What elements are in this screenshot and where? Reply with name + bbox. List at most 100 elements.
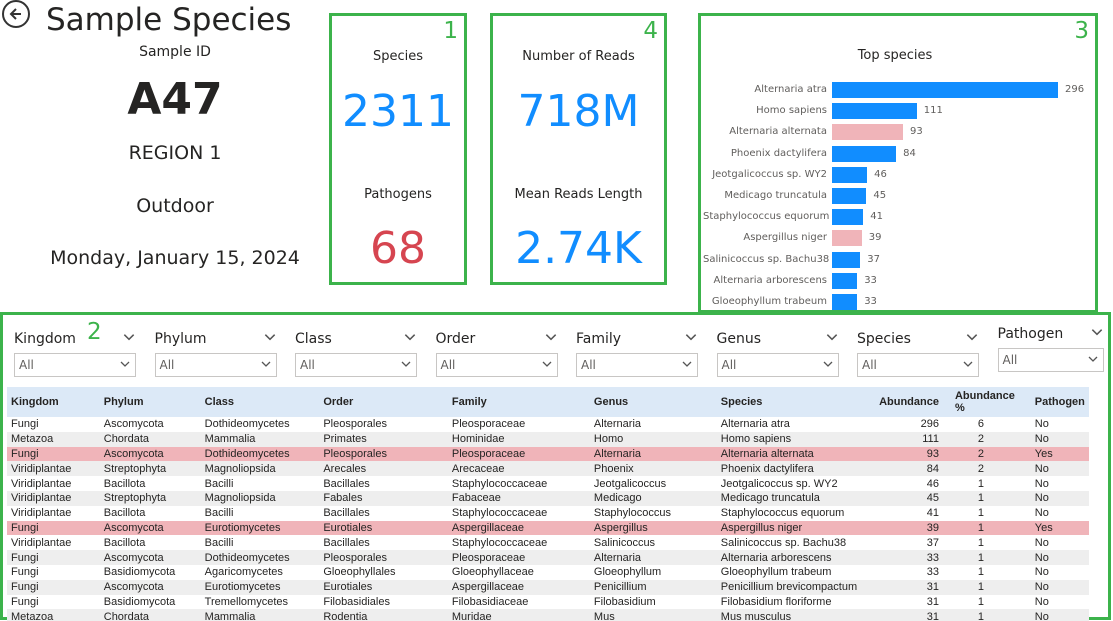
slicer-dropdown[interactable]: All <box>576 353 698 377</box>
bar[interactable] <box>832 230 862 247</box>
slicer-pathogen[interactable]: Pathogen All <box>997 324 1104 372</box>
chevron-down-icon[interactable] <box>825 330 839 348</box>
table-row[interactable]: Fungi Ascomycota Dothideomycetes Pleosporal… <box>7 446 1089 462</box>
table-cell: Alternaria <box>589 550 717 565</box>
table-cell: 2 <box>950 431 1031 447</box>
slicer-genus[interactable]: Genus All <box>716 329 839 377</box>
slicer-dropdown[interactable]: All <box>857 353 979 377</box>
bar[interactable] <box>832 124 903 141</box>
table-row[interactable]: Viridiplantae Streptophyta Magnoliopsida Fa… <box>7 490 1089 506</box>
environment-text: Outdoor <box>136 195 214 217</box>
slicer-dropdown[interactable]: All <box>997 348 1104 372</box>
table-cell: Penicillium <box>589 579 717 595</box>
chevron-down-icon[interactable] <box>1090 325 1104 343</box>
column-header[interactable]: Abundance % <box>950 387 1031 417</box>
table-cell: Dothideomycetes <box>200 446 320 462</box>
table-cell: Bacillales <box>323 477 370 490</box>
bar-label: Alternaria alternata <box>729 126 827 138</box>
slicer-dropdown[interactable]: All <box>14 353 136 377</box>
slicer-family[interactable]: Family All <box>576 329 698 377</box>
chevron-down-icon[interactable] <box>965 330 979 348</box>
table-cell: Dothideomycetes <box>200 550 320 565</box>
table-cell: Alternaria <box>589 446 717 462</box>
table-cell: Fabales <box>319 490 448 506</box>
chevron-down-icon[interactable] <box>544 330 558 348</box>
chevron-down-icon <box>962 358 974 373</box>
bar[interactable] <box>832 251 861 268</box>
table-row[interactable]: Fungi Ascomycota Dothideomycetes Pleosporal… <box>7 550 1089 565</box>
chevron-down-icon[interactable] <box>684 330 698 348</box>
table-cell: Staphylococcus equorum <box>720 507 845 520</box>
table-row[interactable]: Fungi Basidiomycota Tremellomycetes Filobas… <box>7 595 1089 610</box>
date-text: Monday, January 15, 2024 <box>50 247 300 269</box>
slicer-species[interactable]: Species All <box>857 329 979 377</box>
reads-kpi-card: 4 Number of Reads 718M Mean Reads Length… <box>490 13 667 285</box>
bar[interactable] <box>832 294 858 310</box>
bar-value-label: 45 <box>873 190 887 201</box>
bar[interactable] <box>832 82 1058 98</box>
table-cell: Metazoa <box>7 609 100 621</box>
slicer-dropdown[interactable]: All <box>716 353 839 377</box>
top-species-chart-card: 3 Top species Alternaria atra 296 Homo sap… <box>698 13 1098 313</box>
bar[interactable] <box>832 209 864 226</box>
table-body: Fungi Ascomycota Dothideomycetes Pleosporal… <box>7 417 1089 621</box>
column-header[interactable]: Kingdom <box>7 387 100 417</box>
slicer-dropdown[interactable]: All <box>154 353 277 377</box>
table-cell: Aspergillaceae <box>447 579 590 595</box>
bar[interactable] <box>832 272 858 289</box>
column-header[interactable]: Order <box>319 387 448 417</box>
slicer-title: Genus <box>716 331 762 347</box>
table-cell: Tremellomycetes <box>204 595 288 608</box>
bar[interactable] <box>832 145 897 162</box>
table-cell: 45 <box>875 490 951 506</box>
column-header[interactable]: Family <box>447 387 590 417</box>
table-row[interactable]: Metazoa Chordata Mammalia Rodentia Muridae Mu… <box>7 609 1089 621</box>
slicer-dropdown[interactable]: All <box>435 353 558 377</box>
chevron-down-icon[interactable] <box>122 330 136 348</box>
table-row[interactable]: Fungi Ascomycota Dothideomycetes Pleosporal… <box>7 417 1089 432</box>
table-row[interactable]: Viridiplantae Bacillota Bacilli Bacillales S… <box>7 506 1089 521</box>
back-button[interactable] <box>2 0 30 28</box>
slicer-dropdown[interactable]: All <box>295 353 417 377</box>
bar-value-label: 93 <box>910 126 923 138</box>
table-cell: No <box>1030 579 1089 595</box>
table-row[interactable]: Fungi Ascomycota Eurotiomycetes Eurotiales A… <box>7 579 1089 595</box>
table-cell: 2 <box>950 461 1031 477</box>
table-row[interactable]: Fungi Ascomycota Eurotiomycetes Eurotiales A… <box>7 520 1089 536</box>
species-kpi-card: 1 Species 2311 Pathogens 68 <box>329 13 467 285</box>
column-header[interactable]: Species <box>716 387 876 417</box>
table-cell: 1 <box>950 579 1031 595</box>
chevron-down-icon <box>822 358 834 373</box>
bar-value-label: 37 <box>867 253 880 265</box>
table-row[interactable]: Viridiplantae Streptophyta Magnoliopsida Ar… <box>7 461 1089 477</box>
table-row[interactable]: Fungi Basidiomycota Agaricomycetes Gloeophy… <box>7 565 1089 580</box>
table-row[interactable]: Metazoa Chordata Mammalia Primates Hominidae… <box>7 431 1089 447</box>
table-row[interactable]: Viridiplantae Bacillota Bacilli Bacillales S… <box>7 535 1089 550</box>
slicer-order[interactable]: Order All <box>435 329 558 377</box>
card-number: 4 <box>643 18 658 44</box>
column-header[interactable]: Pathogen <box>1030 387 1089 417</box>
table-cell: Filobasidiaceae <box>451 595 529 608</box>
bar[interactable] <box>832 166 868 183</box>
bar-value-label: 296 <box>1065 84 1085 95</box>
chevron-down-icon[interactable] <box>263 330 277 348</box>
slicer-class[interactable]: Class All <box>295 329 417 377</box>
table-cell: 1 <box>950 520 1031 536</box>
card-number: 3 <box>1074 18 1089 44</box>
table-cell: Pleosporaceae <box>451 418 526 431</box>
table-cell: Streptophyta <box>99 490 201 506</box>
column-header[interactable]: Phylum <box>99 387 201 417</box>
column-header[interactable]: Genus <box>589 387 717 417</box>
table-row[interactable]: Viridiplantae Bacillota Bacilli Bacillales S… <box>7 476 1089 491</box>
column-header[interactable]: Class <box>200 387 320 417</box>
chevron-down-icon <box>260 358 272 373</box>
bar[interactable] <box>832 188 867 204</box>
column-header[interactable]: Abundance <box>875 387 951 417</box>
slicer-phylum[interactable]: Phylum All <box>154 329 277 377</box>
table-cell: 46 <box>926 477 939 490</box>
chevron-down-icon[interactable] <box>403 330 417 348</box>
bar[interactable] <box>832 103 917 120</box>
slicer-kingdom[interactable]: Kingdom All <box>14 329 136 377</box>
table-cell: Bacillota <box>103 477 146 490</box>
table-cell: No <box>1034 566 1049 579</box>
